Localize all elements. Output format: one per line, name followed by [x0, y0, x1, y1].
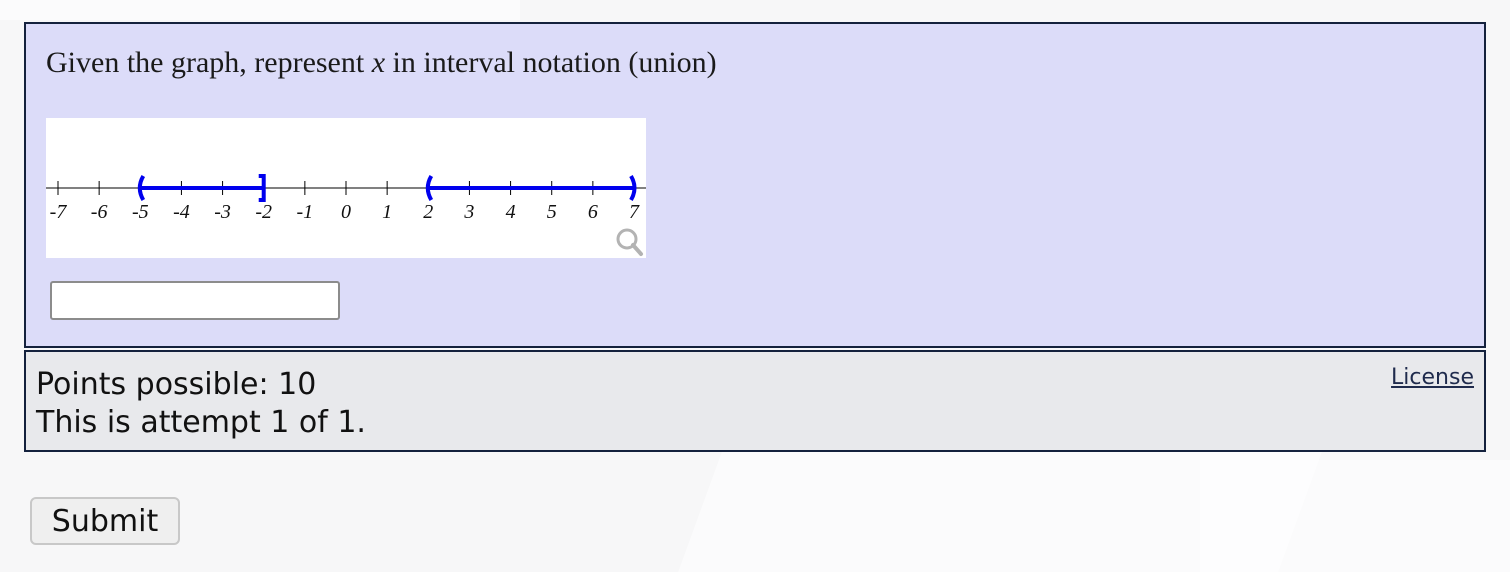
tick-label: 0: [341, 201, 351, 223]
tick-label: -1: [297, 201, 314, 223]
points-possible: Points possible: 10: [36, 367, 317, 402]
answer-input[interactable]: [50, 281, 340, 320]
tick-label: -4: [173, 201, 190, 223]
number-line-svg: -7 -6 -5 -4 -3 -2 -1 0 1 2 3 4 5 6 7: [46, 174, 646, 256]
tick-label: -2: [255, 201, 272, 223]
attempt-info: This is attempt 1 of 1.: [36, 405, 366, 440]
license-link[interactable]: License: [1391, 365, 1474, 390]
tick-label: -5: [132, 201, 149, 223]
points-info: Points possible: 10 This is attempt 1 of…: [36, 366, 366, 442]
question-panel: Given the graph, represent x in interval…: [24, 22, 1486, 348]
magnifier-icon-handle: [631, 243, 643, 256]
tick-label: -6: [91, 201, 108, 223]
tick-label: 1: [382, 201, 392, 223]
tick-label: 4: [506, 201, 516, 223]
tick-label: 7: [629, 201, 640, 223]
info-panel: Points possible: 10 This is attempt 1 of…: [24, 350, 1486, 452]
tick-label: -3: [214, 201, 231, 223]
question-variable: x: [371, 46, 386, 79]
tick-label: 3: [463, 201, 474, 223]
question-text: Given the graph, represent x in interval…: [46, 46, 717, 80]
tick-label: 5: [547, 201, 557, 223]
question-prefix: Given the graph, represent: [46, 46, 372, 79]
number-line-graph[interactable]: -7 -6 -5 -4 -3 -2 -1 0 1 2 3 4 5 6 7: [46, 118, 646, 258]
tick-label: 2: [423, 201, 433, 223]
tick-label: 6: [588, 201, 598, 223]
tick-label: -7: [50, 201, 68, 223]
submit-button[interactable]: Submit: [30, 497, 180, 545]
question-suffix: in interval notation (union): [385, 46, 717, 79]
